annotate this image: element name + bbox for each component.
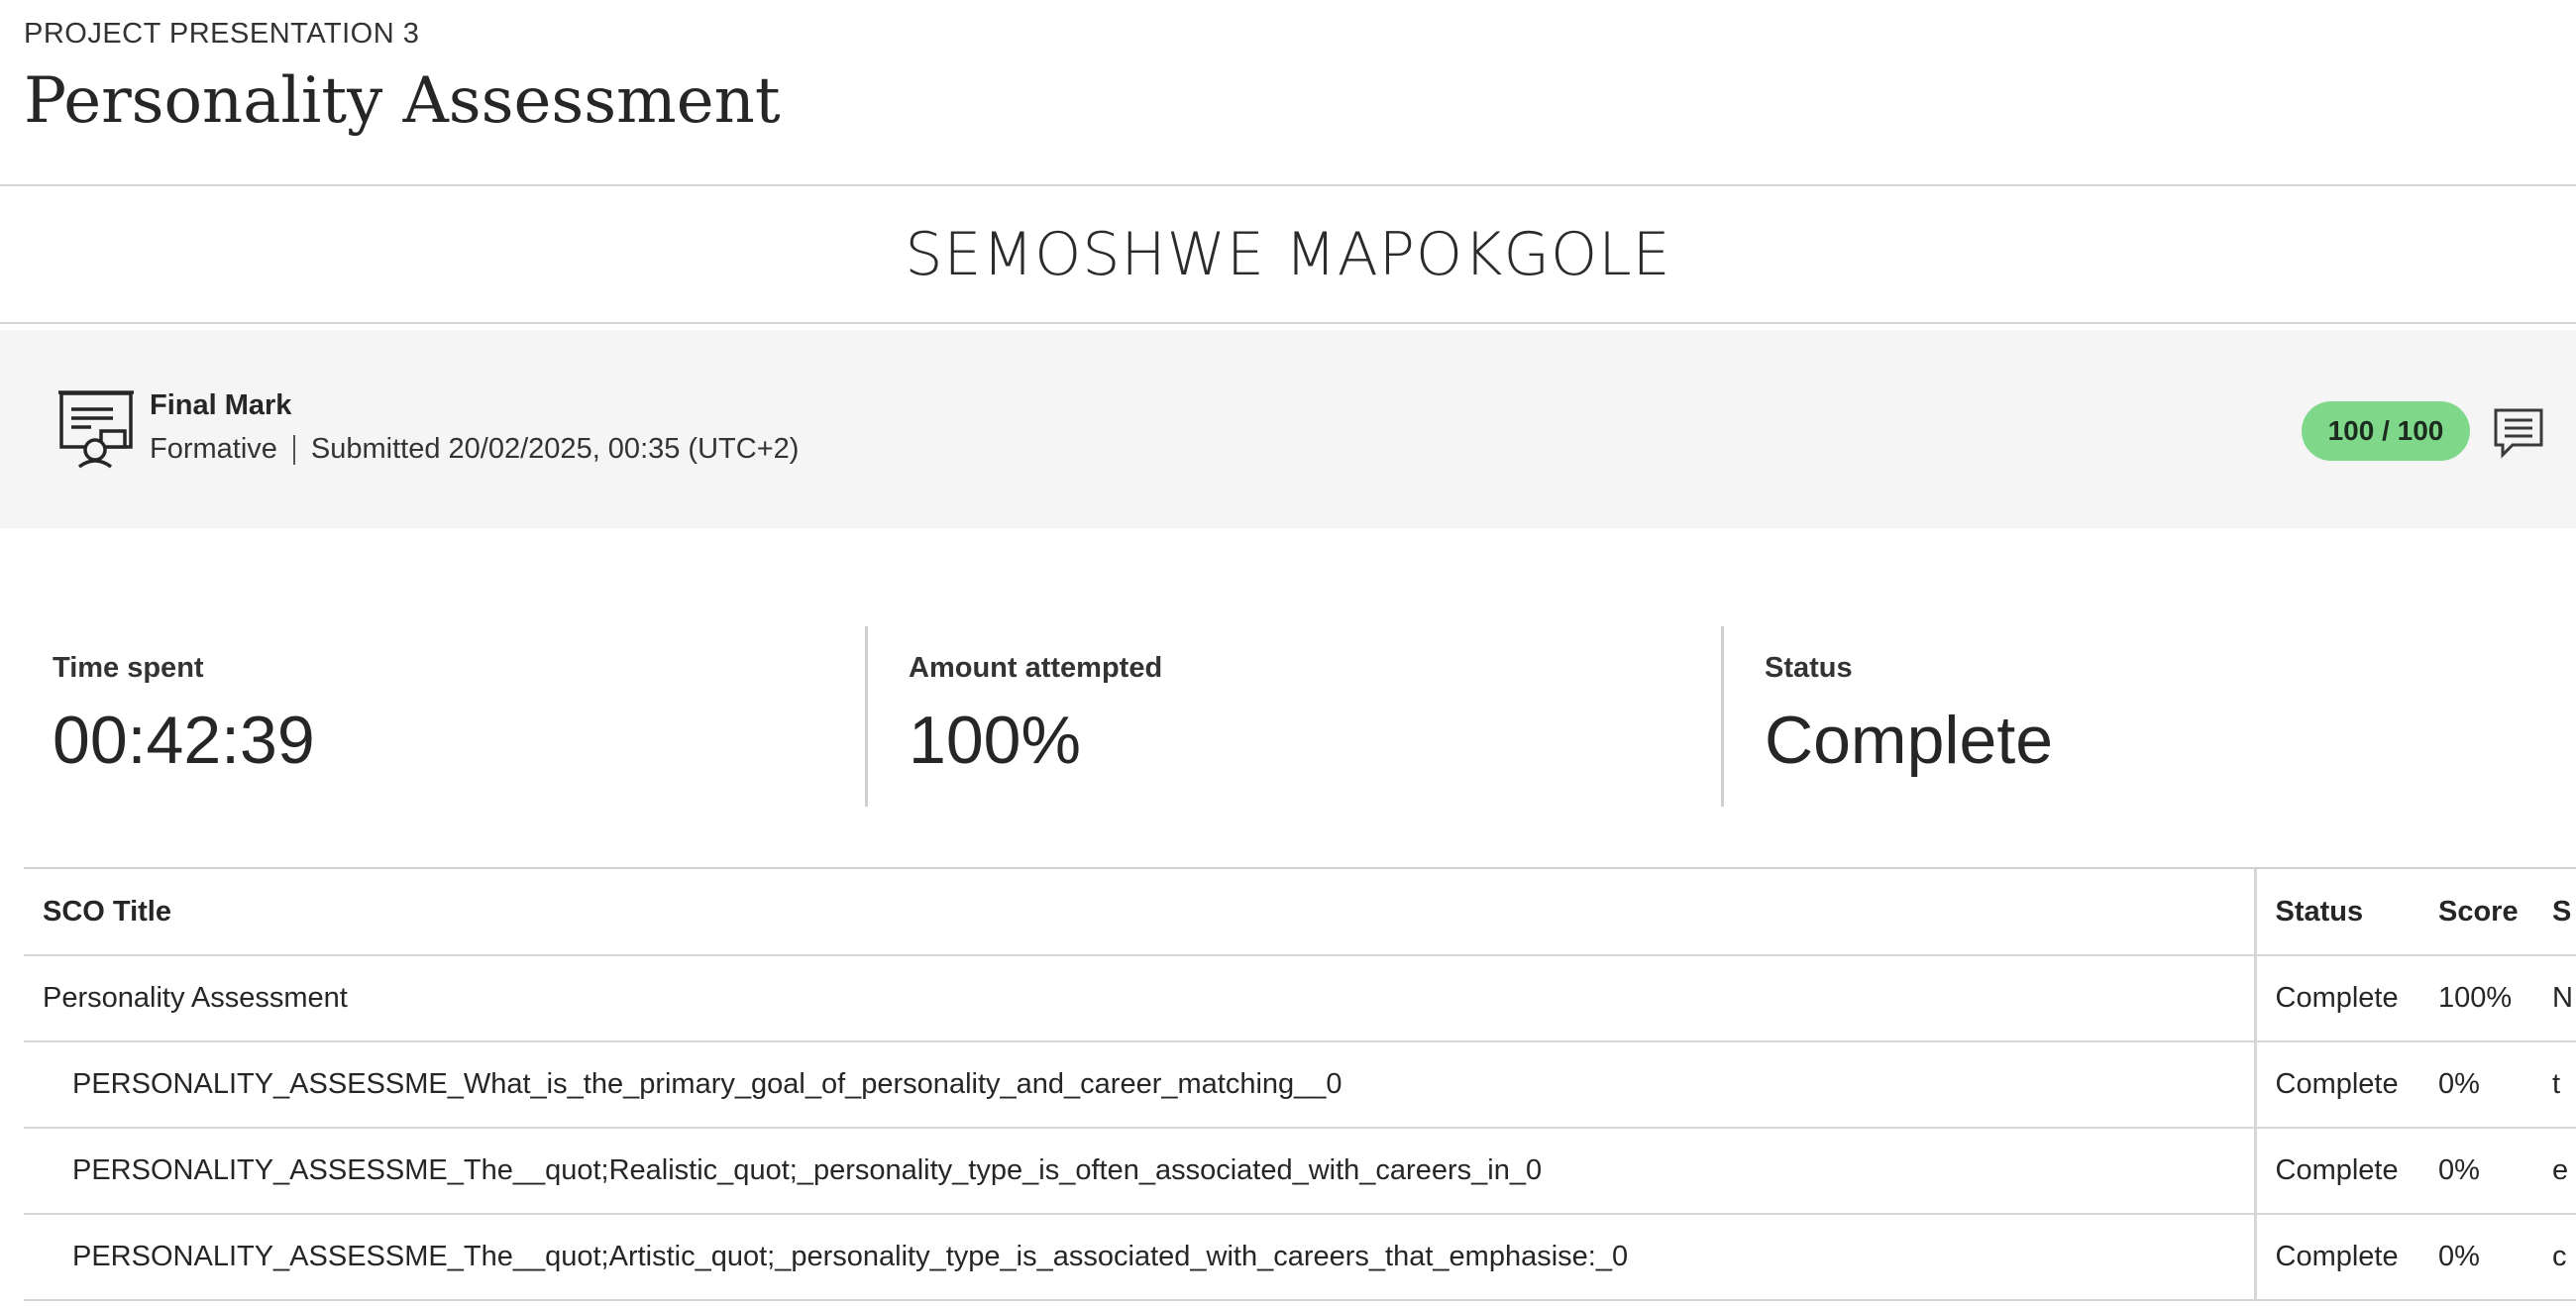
cell-truncated: c (2533, 1214, 2576, 1301)
cell-sco-title: Personality Assessment (24, 955, 2257, 1042)
column-header-sco-title[interactable]: SCO Title (24, 869, 2257, 956)
cell-status: Complete (2255, 955, 2419, 1042)
cell-status: Complete (2255, 1128, 2419, 1215)
cell-sco-title: PERSONALITY_ASSESSME_The__quot;Artistic_… (24, 1214, 2257, 1301)
stat-label: Status (1765, 652, 1853, 684)
sco-table: SCO Title Status Score S Personality Ass… (24, 869, 2576, 1301)
cell-status: Complete (2255, 1214, 2419, 1301)
table-row[interactable]: PERSONALITY_ASSESSME_What_is_the_primary… (24, 1041, 2576, 1129)
table-header-row: SCO Title Status Score S (24, 869, 2576, 956)
breadcrumb[interactable]: PROJECT PRESENTATION 3 (24, 18, 2576, 51)
cell-truncated: e (2533, 1128, 2576, 1215)
stat-value: 100% (909, 703, 1081, 778)
cell-score: 0% (2419, 1128, 2533, 1215)
score-badge: 100 / 100 (2302, 401, 2470, 461)
grade-panel: Final Mark Formative Submitted 20/02/202… (0, 330, 2576, 528)
stat-label: Amount attempted (909, 652, 1163, 684)
submitted-date: Submitted 20/02/2025, 00:35 (UTC+2) (310, 433, 800, 465)
cell-sco-title: PERSONALITY_ASSESSME_The__quot;Realistic… (24, 1128, 2257, 1215)
column-header-status[interactable]: Status (2255, 869, 2419, 956)
stat-value: Complete (1765, 703, 2054, 778)
table-row[interactable]: PERSONALITY_ASSESSME_The__quot;Realistic… (24, 1128, 2576, 1215)
stat-label: Time spent (53, 652, 204, 684)
column-header-score[interactable]: Score (2419, 869, 2533, 956)
final-mark-label: Final Mark (150, 389, 292, 421)
divider (0, 322, 2576, 324)
grade-meta: Formative Submitted 20/02/2025, 00:35 (U… (150, 433, 799, 466)
cell-truncated: N (2533, 955, 2576, 1042)
separator (292, 434, 295, 465)
divider (0, 184, 2576, 186)
cell-score: 100% (2419, 955, 2533, 1042)
cell-score: 0% (2419, 1214, 2533, 1301)
cell-score: 0% (2419, 1041, 2533, 1129)
sco-table-container[interactable]: SCO Title Status Score S Personality Ass… (24, 867, 2576, 1311)
student-name: SEMOSHWE MAPOKGOLE (905, 220, 1671, 289)
column-header-truncated[interactable]: S (2533, 869, 2576, 956)
cell-status: Complete (2255, 1041, 2419, 1129)
page-title: Personality Assessment (24, 64, 781, 138)
table-row[interactable]: PERSONALITY_ASSESSME_The__quot;Artistic_… (24, 1214, 2576, 1301)
page-header: PROJECT PRESENTATION 3 Personality Asses… (24, 18, 2576, 138)
certificate-icon (58, 390, 134, 469)
cell-truncated: t (2533, 1041, 2576, 1129)
assessment-type: Formative (150, 433, 277, 465)
comment-icon[interactable] (2493, 407, 2544, 459)
stat-divider (865, 626, 868, 807)
stat-divider (1721, 626, 1724, 807)
cell-sco-title: PERSONALITY_ASSESSME_What_is_the_primary… (24, 1041, 2257, 1129)
stat-value: 00:42:39 (53, 703, 315, 778)
table-row[interactable]: Personality Assessment Complete 100% N (24, 955, 2576, 1042)
